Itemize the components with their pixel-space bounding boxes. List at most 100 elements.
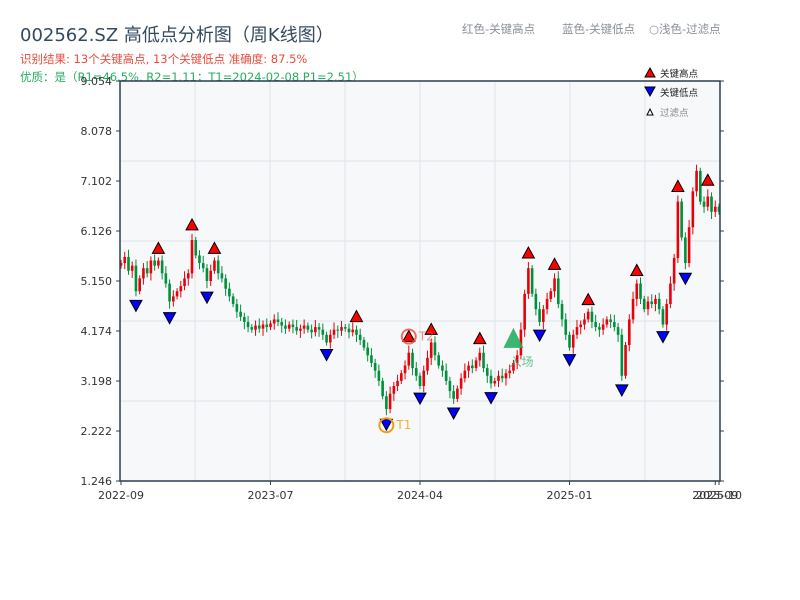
candle-body — [422, 370, 426, 387]
candle-body — [172, 296, 175, 302]
candle-body — [317, 327, 321, 330]
candle-body — [220, 273, 224, 279]
candle-body — [538, 309, 541, 322]
candle-body — [549, 291, 553, 299]
candle-body — [579, 324, 583, 328]
t1-label: T1 — [395, 418, 411, 432]
candle-body — [381, 380, 384, 397]
candle-body — [441, 365, 444, 371]
candle-body — [463, 370, 467, 379]
candle-body — [560, 304, 564, 320]
x-tick-label: 2022-09 — [98, 489, 144, 502]
x-tick-label: 2025-10 — [696, 489, 742, 502]
candle-body — [586, 311, 590, 320]
candle-body — [699, 170, 702, 202]
candle-body — [680, 201, 683, 238]
candle-body — [489, 375, 493, 384]
candle-body — [702, 201, 706, 207]
candle-body — [706, 196, 710, 207]
candle-body — [672, 257, 676, 284]
candle-body — [620, 334, 624, 376]
y-tick-label: 4.174 — [81, 325, 113, 338]
candle-body — [142, 268, 145, 279]
candle-body — [650, 301, 654, 305]
entry-label: 入场 — [509, 355, 533, 369]
candle-body — [310, 329, 313, 333]
candle-body — [164, 273, 168, 284]
candle-body — [493, 380, 497, 384]
candle-body — [553, 278, 556, 292]
candle-body — [250, 327, 254, 330]
candle-body — [347, 328, 351, 333]
candle-body — [590, 311, 594, 322]
candle-body — [329, 334, 332, 343]
candle-body — [669, 283, 672, 305]
candle-body — [542, 309, 545, 322]
candle-body — [657, 298, 661, 310]
candle-body — [418, 375, 422, 387]
candle-body — [523, 293, 526, 330]
candle-body — [437, 355, 440, 366]
candle-body — [295, 327, 298, 331]
candle-body — [358, 334, 362, 340]
candle-body — [456, 388, 459, 399]
candle-body — [564, 319, 568, 335]
candle-body — [388, 393, 392, 410]
candle-body — [639, 283, 642, 299]
candle-body — [370, 355, 373, 363]
candle-body — [407, 352, 411, 366]
candle-body — [209, 270, 212, 281]
candle-body — [213, 260, 216, 271]
candle-body — [272, 319, 276, 324]
candle-body — [377, 370, 381, 381]
candle-body — [385, 396, 388, 410]
candle-body — [478, 352, 482, 361]
candle-body — [336, 329, 340, 331]
candle-body — [287, 324, 291, 329]
candle-body — [411, 352, 414, 369]
candle-body — [306, 325, 310, 330]
legend-filtered-label: 过滤点 — [660, 107, 689, 119]
candle-body — [362, 339, 366, 348]
candle-body — [284, 325, 287, 329]
candle-body — [216, 260, 220, 274]
candle-body — [134, 265, 138, 292]
candle-body — [568, 334, 571, 348]
candle-body — [183, 278, 186, 287]
candle-body — [534, 293, 538, 310]
x-tick-label: 2024-04 — [397, 489, 443, 502]
y-tick-label: 8.078 — [81, 125, 113, 138]
candle-body — [556, 278, 560, 305]
candle-body — [691, 191, 695, 228]
x-tick-label: 2023-07 — [248, 489, 294, 502]
candle-body — [571, 334, 575, 348]
candle-body — [444, 370, 448, 381]
candle-body — [497, 375, 500, 381]
candle-body — [601, 324, 605, 330]
candle-body — [530, 268, 534, 294]
candle-body — [168, 283, 171, 302]
candle-body — [138, 278, 141, 292]
candle-body — [291, 324, 295, 328]
candle-body — [269, 323, 272, 328]
candle-body — [280, 321, 284, 326]
candle-body — [624, 345, 627, 376]
y-tick-label: 9.054 — [81, 75, 113, 88]
x-tick-label: 2025-01 — [547, 489, 593, 502]
candle-body — [654, 298, 657, 305]
candle-body — [684, 237, 687, 264]
candle-body — [179, 286, 183, 292]
candle-body — [448, 380, 452, 392]
candle-body — [157, 260, 160, 266]
candle-body — [605, 319, 609, 325]
candle-body — [676, 201, 680, 258]
candle-body — [228, 288, 231, 297]
candle-body — [299, 328, 302, 331]
candle-body — [452, 391, 455, 399]
candle-body — [642, 298, 646, 310]
legend-high-label: 关键高点 — [660, 68, 699, 80]
candle-body — [598, 327, 601, 330]
candle-body — [613, 321, 616, 328]
candle-body — [500, 375, 504, 379]
candle-body — [243, 316, 246, 322]
